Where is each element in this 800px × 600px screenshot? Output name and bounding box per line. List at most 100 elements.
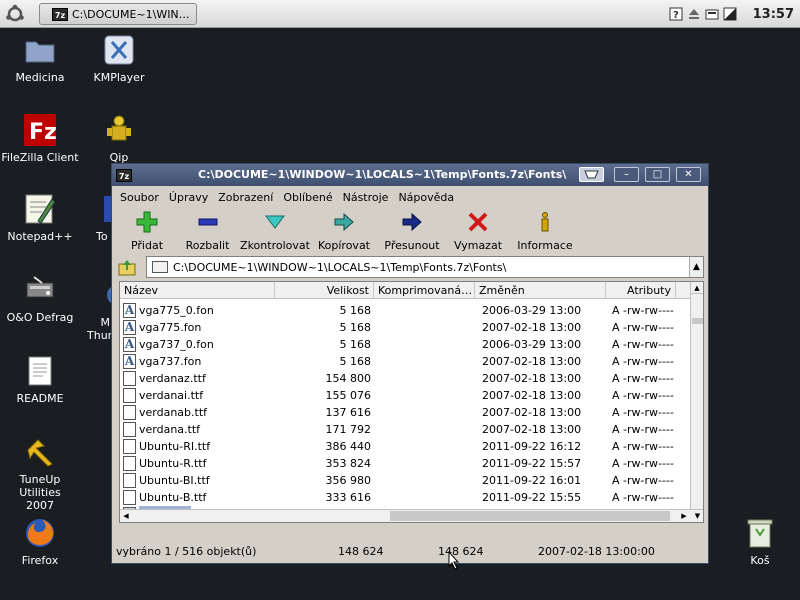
shade-button[interactable]: [579, 167, 604, 182]
desktop-icon-thunderbird[interactable]: M Thun: [87, 278, 111, 342]
column-modified[interactable]: Změněn: [475, 282, 606, 299]
file-manager-window: 7z C:\DOCUME~1\WINDOW~1\LOCALS~1\Temp\Fo…: [111, 163, 709, 564]
table-row[interactable]: verdana.ttf 171 792 2007-02-18 13:00 A -rw-…: [120, 421, 691, 438]
column-packed[interactable]: Komprimovaná…: [374, 282, 475, 299]
desktop-icon-filezilla[interactable]: Fz FileZilla Client: [0, 113, 80, 164]
move-button[interactable]: Přesunout: [377, 208, 447, 258]
desktop-icon-notepadpp[interactable]: Notepad++: [0, 192, 80, 243]
vertical-scrollbar[interactable]: ▲ ▼: [690, 282, 703, 522]
file-icon: [123, 473, 136, 488]
address-dropdown-icon[interactable]: ▲: [689, 257, 703, 277]
scroll-up-icon[interactable]: ▲: [691, 282, 703, 294]
network-icon[interactable]: [705, 7, 719, 21]
desktop-icon-trash[interactable]: Koš: [720, 516, 800, 567]
scroll-left-icon[interactable]: ◀: [120, 510, 132, 522]
close-button[interactable]: ✕: [676, 167, 701, 182]
battery-power-icon[interactable]: [723, 7, 737, 21]
minimize-button[interactable]: –: [614, 167, 639, 182]
taskbar-window-label: C:\DOCUME~1\WIN…: [72, 7, 190, 21]
desktop-icon-tuneup[interactable]: TuneUp Utilities 2007: [0, 435, 80, 512]
list-header: Název Velikost Komprimovaná… Změněn Atri…: [120, 282, 691, 299]
add-button[interactable]: Přidat: [118, 208, 176, 258]
file-size: 5 168: [339, 338, 372, 351]
desktop-icon-readme[interactable]: README: [0, 354, 80, 405]
file-modified: 2007-02-18 13:00: [482, 423, 582, 436]
file-name: verdanab.ttf: [139, 406, 208, 419]
window-titlebar[interactable]: 7z C:\DOCUME~1\WINDOW~1\LOCALS~1\Temp\Fo…: [112, 164, 708, 186]
maximize-button[interactable]: □: [645, 167, 670, 182]
file-name: Ubuntu-BI.ttf: [139, 474, 210, 487]
column-attributes[interactable]: Atributy: [606, 282, 676, 299]
file-icon: [123, 371, 136, 386]
file-attributes: A -rw-rw----: [612, 372, 674, 385]
file-name: vga775.fon: [139, 321, 202, 334]
menu-edit[interactable]: Úpravy: [169, 191, 208, 204]
table-row[interactable]: Avga775.fon 5 168 2007-02-18 13:00 A -rw-rw…: [120, 319, 691, 336]
file-attributes: A -rw-rw----: [612, 491, 674, 504]
menu-view[interactable]: Zobrazení: [218, 191, 273, 204]
table-row[interactable]: Ubuntu-B.ttf 333 616 2011-09-22 15:55 A -rw…: [120, 489, 691, 506]
address-input[interactable]: C:\DOCUME~1\WINDOW~1\LOCALS~1\Temp\Fonts…: [146, 256, 704, 278]
folder-up-icon[interactable]: [118, 258, 136, 276]
file-icon: [123, 490, 136, 505]
table-row[interactable]: Ubuntu-R.ttf 353 824 2011-09-22 15:57 A -rw…: [120, 455, 691, 472]
file-name: verdanaz.ttf: [139, 372, 206, 385]
file-size: 333 616: [325, 491, 372, 504]
ubuntu-menu-icon[interactable]: [5, 4, 25, 24]
delete-button[interactable]: Vymazat: [447, 208, 509, 258]
column-name[interactable]: Název: [120, 282, 275, 299]
tuneup-icon: [23, 435, 57, 469]
copy-button[interactable]: Kopírovat: [311, 208, 377, 258]
file-name: verdana.ttf: [139, 423, 201, 436]
add-icon: [135, 210, 159, 234]
file-size: 386 440: [325, 440, 372, 453]
menu-tools[interactable]: Nástroje: [343, 191, 389, 204]
eject-icon[interactable]: [687, 7, 701, 21]
menu-help[interactable]: Nápověda: [398, 191, 454, 204]
table-row[interactable]: Avga775_0.fon 5 168 2006-03-29 13:00 A -rw-…: [120, 302, 691, 319]
file-icon: [123, 388, 136, 403]
test-button[interactable]: Zkontrolovat: [239, 208, 311, 258]
file-modified: 2007-02-18 13:00: [482, 406, 582, 419]
hscroll-thumb[interactable]: [390, 511, 670, 521]
desktop-icon-firefox[interactable]: Firefox: [0, 516, 80, 567]
scroll-down-icon[interactable]: ▼: [691, 509, 703, 521]
notepad-icon: [23, 192, 57, 226]
desktop-icon-qip[interactable]: Qip: [79, 113, 159, 164]
menu-favorites[interactable]: Oblíbené: [283, 191, 332, 204]
desktop-icon-oo-defrag[interactable]: O&O Defrag: [0, 273, 80, 324]
status-packed: 148 624: [438, 545, 484, 558]
table-row[interactable]: Avga737_0.fon 5 168 2006-03-29 13:00 A -rw-…: [120, 336, 691, 353]
file-modified: 2006-03-29 13:00: [482, 304, 582, 317]
desktop-icon-label: M: [100, 316, 111, 329]
scroll-thumb[interactable]: [692, 318, 703, 324]
clock[interactable]: 13:57: [753, 7, 794, 22]
filezilla-icon: Fz: [23, 113, 57, 147]
taskbar-window-button[interactable]: 7z C:\DOCUME~1\WIN…: [39, 3, 197, 25]
table-row[interactable]: verdanab.ttf 137 616 2007-02-18 13:00 A -rw…: [120, 404, 691, 421]
table-row[interactable]: Ubuntu-RI.ttf 386 440 2011-09-22 16:12 A -r…: [120, 438, 691, 455]
desktop-icon-medicina[interactable]: Medicina: [0, 33, 80, 84]
status-size: 148 624: [338, 545, 384, 558]
column-size[interactable]: Velikost: [275, 282, 374, 299]
qip-icon: [102, 113, 136, 147]
scroll-right-icon[interactable]: ▶: [678, 510, 690, 522]
file-attributes: A -rw-rw----: [612, 406, 674, 419]
desktop-icon-kmplayer[interactable]: KMPlayer: [79, 33, 159, 84]
file-icon: [123, 439, 136, 454]
table-row[interactable]: verdanaz.ttf 154 800 2007-02-18 13:00 A -rw…: [120, 370, 691, 387]
table-row[interactable]: Avga737.fon 5 168 2007-02-18 13:00 A -rw-rw…: [120, 353, 691, 370]
horizontal-scrollbar[interactable]: ◀ ▶: [120, 509, 691, 522]
menu-file[interactable]: Soubor: [120, 191, 159, 204]
extract-button[interactable]: Rozbalit: [176, 208, 239, 258]
top-panel: 7z C:\DOCUME~1\WIN… ? 13:57: [0, 0, 800, 28]
font-file-icon: A: [123, 303, 136, 318]
info-button[interactable]: Informace: [509, 208, 581, 258]
file-modified: 2011-09-22 16:01: [482, 474, 582, 487]
table-row[interactable]: verdanai.ttf 155 076 2007-02-18 13:00 A -rw…: [120, 387, 691, 404]
status-modified: 2007-02-18 13:00:00: [538, 545, 655, 558]
help-icon[interactable]: ?: [669, 7, 683, 21]
table-row[interactable]: Ubuntu-BI.ttf 356 980 2011-09-22 16:01 A -r…: [120, 472, 691, 489]
7zip-app-icon: 7z: [52, 7, 68, 21]
desktop-icon-partial[interactable]: To: [96, 192, 111, 243]
